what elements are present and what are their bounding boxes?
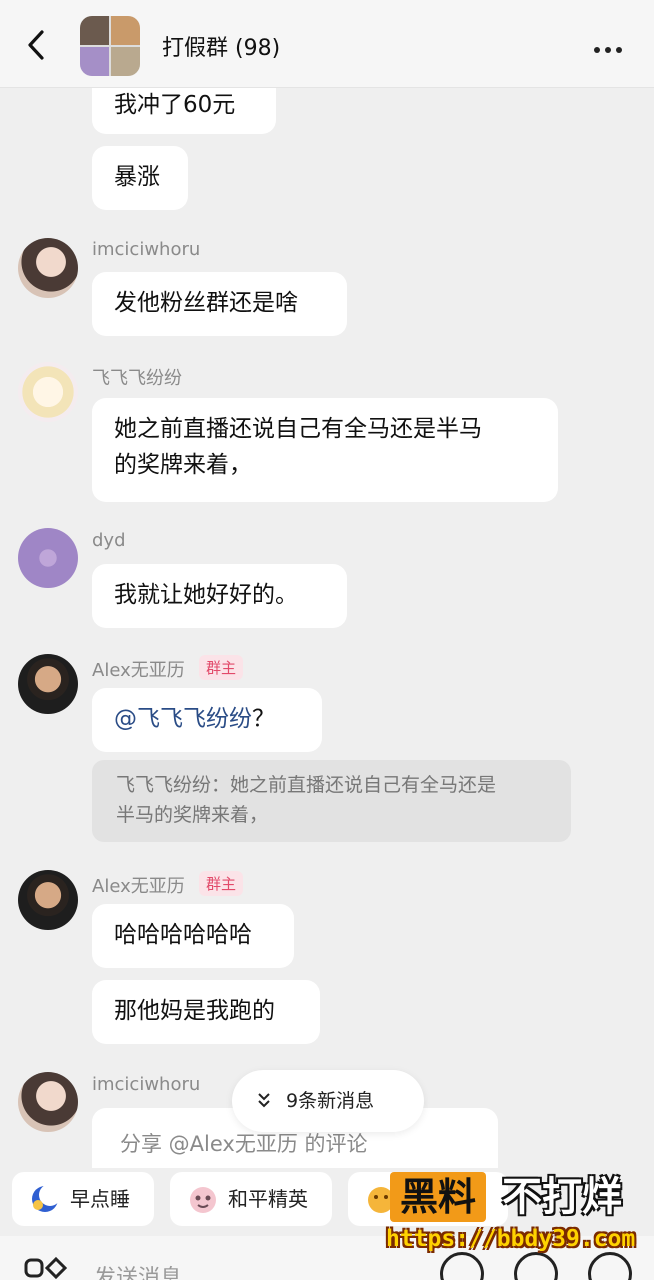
chevron-left-icon — [28, 30, 44, 60]
moon-icon — [32, 1184, 61, 1212]
more-button[interactable] — [594, 38, 630, 53]
chip-label: 早点睡 — [70, 1187, 130, 1211]
message-bubble[interactable]: 那他妈是我跑的 — [92, 980, 320, 1044]
message-bubble[interactable]: 我冲了60元 — [92, 88, 276, 134]
watermark-text: 黑料 — [390, 1172, 487, 1222]
double-chevron-down-icon — [258, 1093, 270, 1108]
new-messages-button[interactable]: 9条新消息 — [232, 1070, 424, 1132]
chip-label: 和平精英 — [228, 1187, 308, 1211]
message-input[interactable]: 发送消息 — [94, 1260, 182, 1280]
quote-text: 半马的奖牌来着， — [116, 804, 269, 826]
back-button[interactable] — [22, 28, 52, 62]
message-bubble[interactable]: 暴涨 — [92, 146, 188, 210]
watermark-text: 不打烊 — [502, 1174, 622, 1220]
user-avatar[interactable] — [18, 870, 78, 930]
group-avatar[interactable] — [80, 16, 140, 76]
group-title[interactable]: 打假群 (98) — [162, 30, 280, 62]
owner-badge: 群主 — [199, 655, 244, 680]
message-text: 我就让她好好的。 — [114, 582, 298, 608]
mention-link[interactable]: @飞飞飞纷纷 — [114, 706, 252, 732]
message-bubble[interactable]: @飞飞飞纷纷？ — [92, 688, 322, 752]
sender-name: imciciwhoru — [92, 239, 201, 260]
quote-text: 飞飞飞纷纷：她之前直播还说自己有全马还是 — [116, 774, 497, 796]
message-text: 那他妈是我跑的 — [114, 998, 275, 1024]
owner-badge: 群主 — [199, 871, 244, 896]
message-text: 她之前直播还说自己有全马还是半马 — [114, 416, 482, 442]
message-text: ？ — [252, 706, 275, 732]
message-bubble[interactable]: 哈哈哈哈哈哈 — [92, 904, 294, 968]
message-text: 我冲了60元 — [114, 92, 236, 118]
message-bubble[interactable]: 发他粉丝群还是啥 — [92, 272, 347, 336]
user-avatar[interactable] — [18, 362, 78, 422]
sender-name: dyd — [92, 530, 126, 551]
quick-reply-chip[interactable]: 和平精英 — [170, 1172, 332, 1226]
user-avatar[interactable] — [18, 528, 78, 588]
sender-name: Alex无亚历 — [92, 876, 185, 897]
chat-header: 打假群 (98) — [0, 0, 654, 88]
message-text: 发他粉丝群还是啥 — [114, 290, 298, 316]
message-text: 的奖牌来着， — [114, 452, 252, 478]
watermark-url: https://bbdy39.com — [386, 1226, 636, 1252]
user-avatar[interactable] — [18, 1072, 78, 1132]
sender-name: Alex无亚历 — [92, 660, 185, 681]
message-text: 暴涨 — [114, 164, 160, 190]
more-dots-icon — [594, 47, 600, 53]
quoted-message[interactable]: 飞飞飞纷纷：她之前直播还说自己有全马还是 半马的奖牌来着， — [92, 760, 571, 842]
sender-name: 飞飞飞纷纷 — [92, 368, 182, 389]
message-text: 哈哈哈哈哈哈 — [114, 922, 252, 948]
message-bubble[interactable]: 我就让她好好的。 — [92, 564, 347, 628]
sender-name: imciciwhoru — [92, 1074, 201, 1095]
user-avatar[interactable] — [18, 238, 78, 298]
watermark: 黑料 不打烊 https://bbdy39.com — [386, 1172, 648, 1260]
user-avatar[interactable] — [18, 654, 78, 714]
message-text: 分享 @Alex无亚历 的评论 — [120, 1132, 368, 1156]
message-list[interactable]: 我冲了60元 暴涨 imciciwhoru 发他粉丝群还是啥 飞飞飞纷纷 她之前… — [0, 88, 654, 1168]
new-messages-label: 9条新消息 — [286, 1090, 375, 1112]
message-bubble[interactable]: 她之前直播还说自己有全马还是半马 的奖牌来着， — [92, 398, 558, 502]
apps-icon[interactable] — [24, 1256, 68, 1280]
sticker-icon — [190, 1187, 216, 1213]
quick-reply-chip[interactable]: 早点睡 — [12, 1172, 154, 1226]
